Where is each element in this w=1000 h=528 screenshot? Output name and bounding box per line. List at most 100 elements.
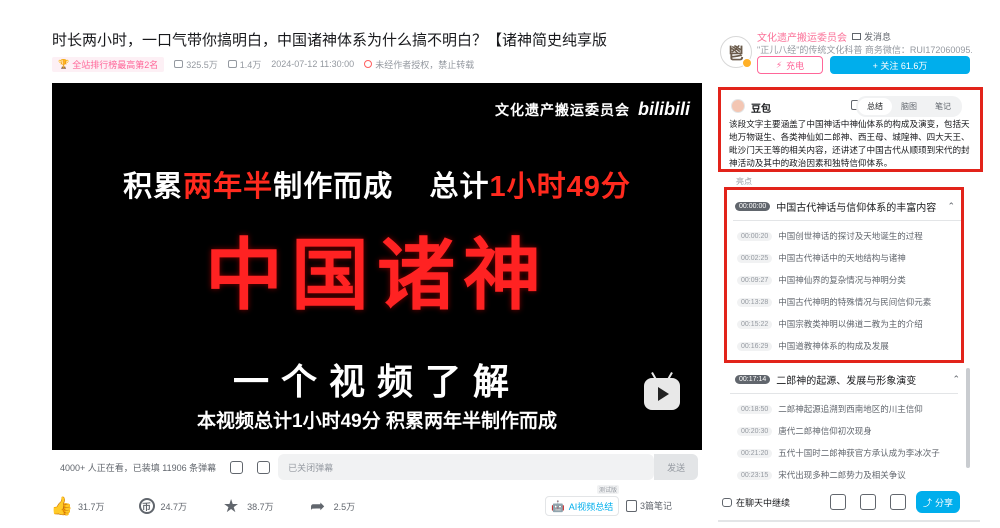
like-button[interactable]: 👍 31.7万 [50,495,105,516]
ai-panel-tabs: 总结 脑图 笔记 [856,96,962,117]
highlight-item[interactable]: 00:20:30 唐代二郎神信仰初次现身 [737,425,872,437]
section-header[interactable]: 00:17:14 二郎神的起源、发展与形象演变 [735,372,916,387]
highlight-item[interactable]: 00:16:29 中国道教神体系的构成及发展 [737,340,889,352]
section-title: 二郎神的起源、发展与形象演变 [776,376,917,387]
share-summary-label: 分享 [935,497,954,508]
item-timestamp[interactable]: 00:15:22 [737,319,773,329]
bilibili-tv-icon [644,372,680,410]
danmaku-count-value: 1.4万 [239,59,262,70]
doubao-avatar [731,99,745,113]
divider [733,220,961,221]
coin-button[interactable]: 币 24.7万 [138,498,187,514]
play-count-value: 325.5万 [186,59,218,70]
video-big-title: 中国诸神 [204,231,549,319]
highlight-item[interactable]: 00:18:50 二郎神起源追溯到西南地区的川主信仰 [737,403,923,415]
danmaku-count-icon [227,60,237,68]
section-title: 中国古代神话与信仰体系的丰富内容 [776,203,937,214]
caption-red: 两年半 [183,171,274,203]
no-repost-icon [364,60,373,68]
item-timestamp[interactable]: 00:16:29 [737,341,773,351]
highlight-item[interactable]: 00:13:28 中国古代神明的特殊情况与民间信仰元素 [737,296,931,308]
item-timestamp[interactable]: 00:23:15 [737,470,773,480]
bilibili-logo: bilibili [638,99,690,119]
item-text: 中国创世神话的探讨及天地诞生的过程 [778,231,923,241]
highlights-label: 亮点 [736,177,752,186]
robot-icon: 🤖 [551,500,565,513]
speaker-icon[interactable] [830,494,847,510]
item-timestamp[interactable]: 00:02:25 [737,253,773,263]
highlight-item[interactable]: 00:23:15 宋代出现多种二郎势力及相关争议 [737,469,906,481]
section-header[interactable]: 00:00:00 中国古代神话与信仰体系的丰富内容 [735,199,936,214]
section-timestamp[interactable]: 00:17:14 [735,375,771,384]
send-message-label: 发消息 [864,32,892,42]
video-watermark: 文化遗产搬运委员会 bilibili [495,99,690,120]
favorite-button[interactable]: ★ 38.7万 [221,496,274,516]
uploader-name[interactable]: 文化遗产搬运委员会 [757,29,847,44]
item-timestamp[interactable]: 00:09:27 [737,275,773,285]
notes-button[interactable]: 3篇笔记 [626,499,672,512]
share-count: 2.5万 [333,501,356,512]
copyright-note: 未经作者授权，禁止转载 [364,58,474,71]
item-text: 宋代出现多种二郎势力及相关争议 [778,470,906,480]
item-text: 唐代二郎神信仰初次现身 [778,426,872,436]
item-timestamp[interactable]: 00:20:30 [737,426,773,436]
copyright-note-label: 未经作者授权，禁止转载 [375,59,475,70]
highlight-item[interactable]: 00:09:27 中国神仙界的复杂情况与神明分类 [737,274,906,286]
send-danmaku-button[interactable]: 发送 [654,454,699,480]
item-timestamp[interactable]: 00:13:28 [737,297,773,307]
video-caption-line1: 积累两年半制作而成 总计1小时49分 [52,163,702,205]
verified-badge-icon [742,58,752,68]
share-arrow-icon: ➦ [310,495,326,516]
highlight-item[interactable]: 00:00:20 中国创世神话的探讨及天地诞生的过程 [737,230,923,242]
item-timestamp[interactable]: 00:21:20 [737,448,773,458]
ai-summary-button[interactable]: 🤖 AI视频总结 [545,496,620,516]
item-text: 五代十国时二郎神获官方承认成为李冰次子 [778,448,940,458]
danmaku-toggle-icon[interactable] [230,460,244,474]
caption-red2: 1小时49分 [489,171,631,203]
favorite-count: 38.7万 [247,501,274,512]
divider [730,393,958,394]
continue-in-chat-button[interactable]: 在聊天中继续 [722,496,790,509]
summary-text: 该段文字主要涵盖了中国神话中神仙体系的构成及演变，包括天地万物诞生、各类神仙如二… [729,119,970,168]
tab-summary[interactable]: 总结 [858,98,892,115]
share-button[interactable]: ➦ 2.5万 [308,495,356,516]
highlights-section-1: 00:00:00 中国古代神话与信仰体系的丰富内容 ⌃ 00:00:20 中国创… [724,187,964,363]
video-caption-line4: 本视频总计1小时49分 积累两年半制作而成 [197,411,557,432]
video-player[interactable]: 文化遗产搬运委员会 bilibili 积累两年半制作而成 总计1小时49分 中国… [52,83,702,450]
danmaku-bar: 4000+ 人正在看，已装填 11906 条弹幕 已关闭弹幕 发送 [52,452,702,482]
continue-in-chat-label: 在聊天中继续 [736,497,791,508]
notes-label: 3篇笔记 [640,501,673,511]
highlight-item[interactable]: 00:02:25 中国古代神话中的天地结构与诸神 [737,252,906,264]
tab-notes[interactable]: 笔记 [926,98,960,115]
follow-button[interactable]: + 关注 61.6万 [830,56,970,74]
highlight-item[interactable]: 00:21:20 五代十国时二郎神获官方承认成为李冰次子 [737,447,940,459]
note-icon [626,499,637,512]
video-title: 时长两小时，一口气带你搞明白，中国诸神体系为什么搞不明白？【诸神简史纯享版 [52,32,608,49]
highlights-scrollbar[interactable] [966,368,970,468]
ai-summary-panel: 豆包 总结 脑图 笔记 该段文字主要涵盖了中国神话中神仙体系的构成及演变，包括天… [718,87,983,172]
send-message-button[interactable]: 发消息 [852,30,891,43]
chevron-up-icon[interactable]: ⌃ [952,374,960,385]
item-timestamp[interactable]: 00:18:50 [737,404,773,414]
danmaku-input[interactable]: 已关闭弹幕 [278,454,655,480]
chat-bubble-icon [722,497,732,507]
divider [718,520,980,522]
caption-mid: 制作而成 [273,171,394,203]
item-text: 中国古代神明的特殊情况与民间信仰元素 [778,297,932,307]
copy-icon[interactable] [860,494,877,510]
bookmark-icon[interactable] [890,494,907,510]
bot-name: 豆包 [751,104,771,115]
item-timestamp[interactable]: 00:00:20 [737,231,773,241]
share-summary-button[interactable]: ⤴ 分享 [916,491,961,513]
charge-button[interactable]: ⚡ 充电 [757,56,823,74]
thumbs-up-icon: 👍 [50,495,74,516]
uploader-description: "正儿八经"的传统文化科普 商务微信：RUI172060095... [757,45,972,55]
rank-badge[interactable]: 🏆 全站排行榜最高第2名 [52,56,165,72]
chevron-up-icon[interactable]: ⌃ [947,201,955,212]
item-text: 中国古代神话中的天地结构与诸神 [778,253,906,263]
danmaku-settings-icon[interactable] [257,460,271,474]
section-timestamp[interactable]: 00:00:00 [735,202,771,211]
item-text: 中国宗教类神明以佛道二教为主的介绍 [778,319,923,329]
highlight-item[interactable]: 00:15:22 中国宗教类神明以佛道二教为主的介绍 [737,318,923,330]
tab-mindmap[interactable]: 脑图 [892,98,926,115]
